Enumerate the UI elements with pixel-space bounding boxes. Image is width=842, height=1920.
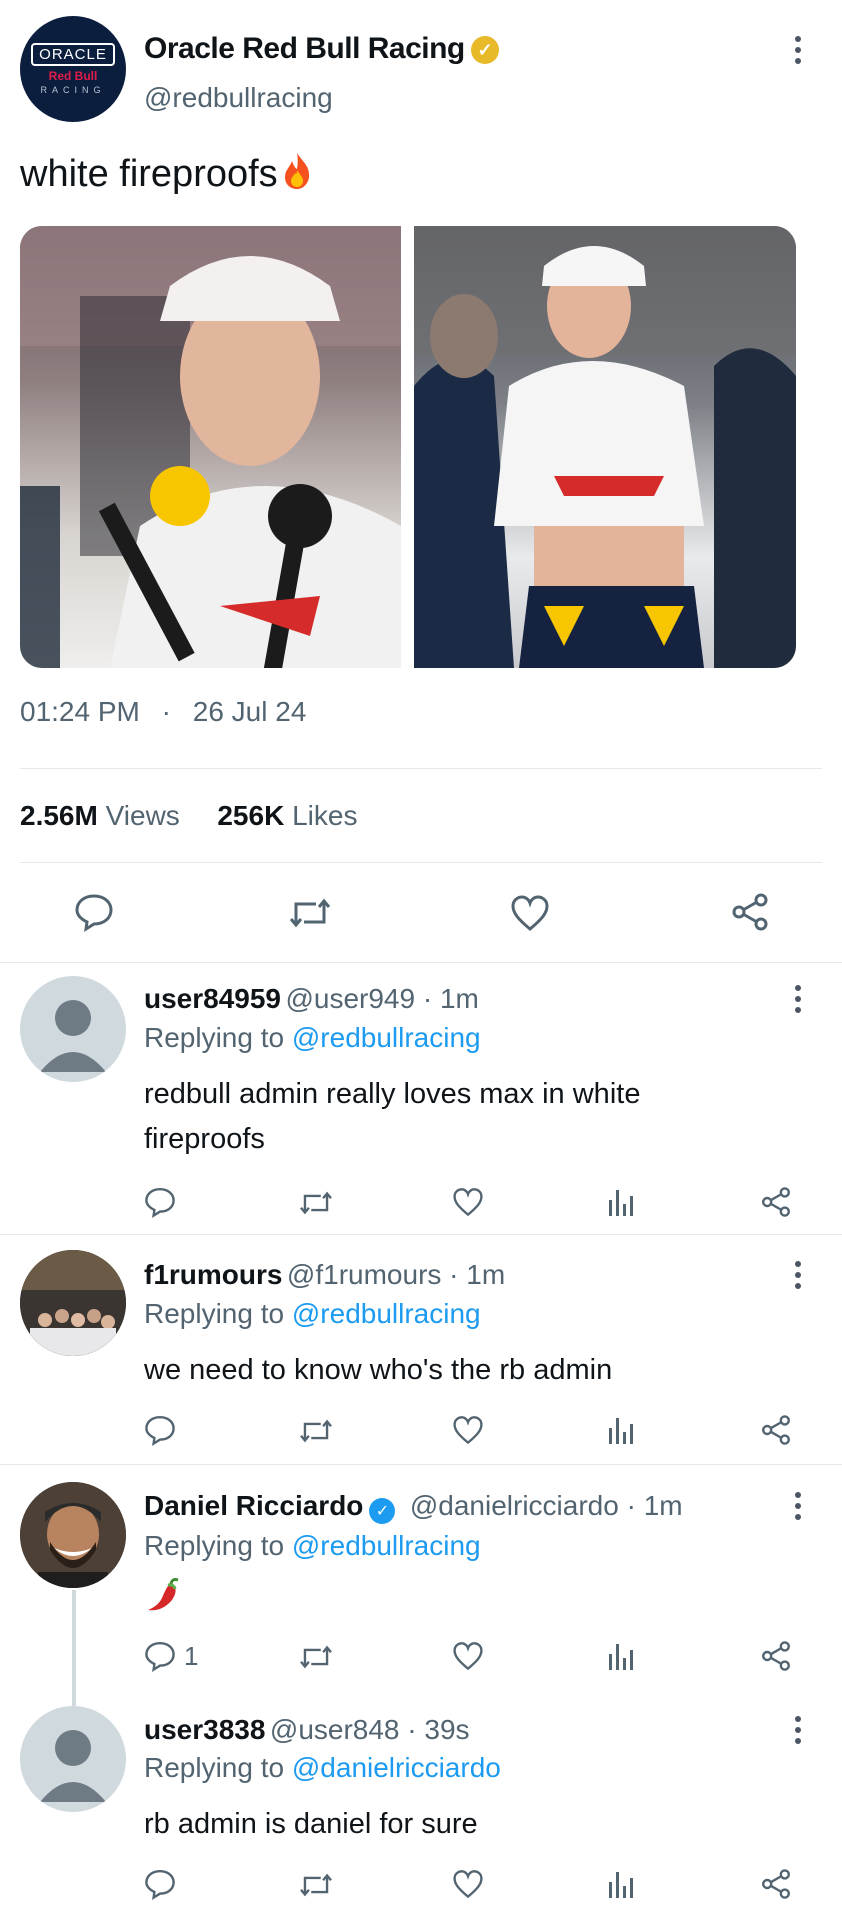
likes-count[interactable]: 256K [217, 800, 284, 831]
tweet-author-handle[interactable]: @redbullracing [144, 82, 333, 114]
replying-to-label: Replying to [144, 1022, 285, 1053]
share-icon[interactable] [730, 892, 770, 937]
more-icon[interactable] [786, 1261, 810, 1289]
retweet-icon[interactable] [298, 1642, 334, 1677]
retweet-icon[interactable] [298, 1870, 334, 1905]
reply-action[interactable]: 1 [144, 1640, 198, 1672]
tweet-time: 01:24 PM [20, 696, 140, 727]
retweet-icon[interactable] [298, 1188, 334, 1223]
tweet-date: 26 Jul 24 [192, 696, 307, 727]
more-icon[interactable] [786, 1492, 810, 1520]
retweet-icon[interactable] [298, 1416, 334, 1451]
views-icon[interactable] [608, 1416, 634, 1449]
reply-text: redbull admin really loves max in white … [144, 1078, 641, 1155]
heart-icon[interactable] [452, 1415, 484, 1450]
thread-connector-line [72, 1590, 76, 1706]
views-icon[interactable] [608, 1870, 634, 1903]
tweet-stats: 2.56M Views 256K Likes [20, 800, 357, 832]
reply-icon[interactable] [144, 1186, 176, 1223]
share-icon[interactable] [760, 1640, 792, 1677]
replying-to: Replying to @danielricciardo [144, 1752, 501, 1784]
share-icon[interactable] [760, 1414, 792, 1451]
divider [0, 1464, 842, 1465]
fire-emoji-icon [284, 153, 309, 189]
reply-author-name[interactable]: Daniel Ricciardo [144, 1490, 363, 1521]
reply-author-name[interactable]: user84959 [144, 983, 281, 1014]
photo-right-illustration [414, 226, 796, 668]
reply-header: f1rumours @f1rumours · 1m [144, 1259, 505, 1291]
heart-icon[interactable] [452, 1187, 484, 1222]
reply-author-meta: @f1rumours · 1m [286, 1259, 506, 1290]
reply-count: 1 [184, 1640, 199, 1671]
views-icon[interactable] [608, 1642, 634, 1675]
divider [0, 1234, 842, 1235]
reply-author-meta: @user949 · 1m [285, 983, 479, 1014]
replying-to-handle[interactable]: @redbullracing [292, 1022, 481, 1053]
reply-author-name[interactable]: f1rumours [144, 1259, 282, 1290]
heart-icon[interactable] [510, 894, 550, 937]
reply-icon[interactable] [144, 1868, 176, 1905]
reply-author-name[interactable]: user3838 [144, 1714, 265, 1745]
more-icon[interactable] [786, 985, 810, 1013]
divider [20, 862, 822, 863]
replying-to: Replying to @redbullracing [144, 1022, 481, 1054]
heart-icon[interactable] [452, 1869, 484, 1904]
avatar[interactable] [20, 1482, 126, 1588]
reply-header: Daniel Ricciardo ✓ @danielricciardo · 1m [144, 1490, 683, 1524]
avatar-logo-line2: Red Bull [48, 69, 98, 83]
tweet-text: white fireproofs [20, 153, 278, 195]
replying-to-label: Replying to [144, 1752, 285, 1783]
reply-header: user3838 @user848 · 39s [144, 1714, 470, 1746]
avatar[interactable] [20, 1250, 126, 1356]
reply-icon[interactable] [74, 892, 114, 937]
replying-to: Replying to @redbullracing [144, 1530, 481, 1562]
views-count[interactable]: 2.56M [20, 800, 98, 831]
reply-text: rb admin is daniel for sure [144, 1808, 478, 1840]
reply-header: user84959 @user949 · 1m [144, 983, 479, 1015]
retweet-icon[interactable] [288, 894, 332, 937]
tweet-photo-right[interactable] [414, 226, 796, 668]
avatar[interactable] [20, 976, 126, 1082]
heart-icon[interactable] [452, 1641, 484, 1676]
avatar-logo-line3: RACING [40, 85, 106, 95]
tweet-photo-left[interactable] [20, 226, 401, 668]
reply-text: we need to know who's the rb admin [144, 1354, 613, 1386]
more-icon[interactable] [786, 36, 810, 64]
chili-pepper-emoji-icon [144, 1574, 184, 1619]
reply-icon[interactable] [144, 1414, 176, 1451]
share-icon[interactable] [760, 1186, 792, 1223]
redbull-avatar[interactable]: ORACLE Red Bull RACING [20, 16, 126, 122]
replying-to-label: Replying to [144, 1298, 285, 1329]
divider [0, 962, 842, 963]
views-icon[interactable] [608, 1188, 634, 1221]
replying-to-handle[interactable]: @redbullracing [292, 1530, 481, 1561]
verified-gold-icon: ✓ [470, 36, 499, 65]
avatar[interactable] [20, 1706, 126, 1812]
replying-to-handle[interactable]: @danielricciardo [292, 1752, 501, 1783]
tweet-author-name-row[interactable]: Oracle Red Bull Racing ✓ [144, 32, 499, 66]
views-label: Views [105, 800, 180, 831]
tweet-timestamp[interactable]: 01:24 PM · 26 Jul 24 [20, 696, 306, 728]
tweet-text-row: white fireproofs [20, 152, 312, 196]
photo-left-illustration [20, 226, 401, 668]
reply-author-meta: @danielricciardo · 1m [409, 1490, 683, 1521]
reply-author-meta: @user848 · 39s [269, 1714, 470, 1745]
replying-to-handle[interactable]: @redbullracing [292, 1298, 481, 1329]
likes-label: Likes [292, 800, 358, 831]
timestamp-separator: · [161, 696, 171, 727]
tweet-author-name[interactable]: Oracle Red Bull Racing [144, 32, 465, 65]
verified-icon: ✓ [369, 1497, 396, 1524]
avatar-logo-line1: ORACLE [31, 43, 115, 66]
reply-icon[interactable] [144, 1640, 176, 1672]
replying-to: Replying to @redbullracing [144, 1298, 481, 1330]
divider [20, 768, 822, 769]
replying-to-label: Replying to [144, 1530, 285, 1561]
more-icon[interactable] [786, 1716, 810, 1744]
share-icon[interactable] [760, 1868, 792, 1905]
